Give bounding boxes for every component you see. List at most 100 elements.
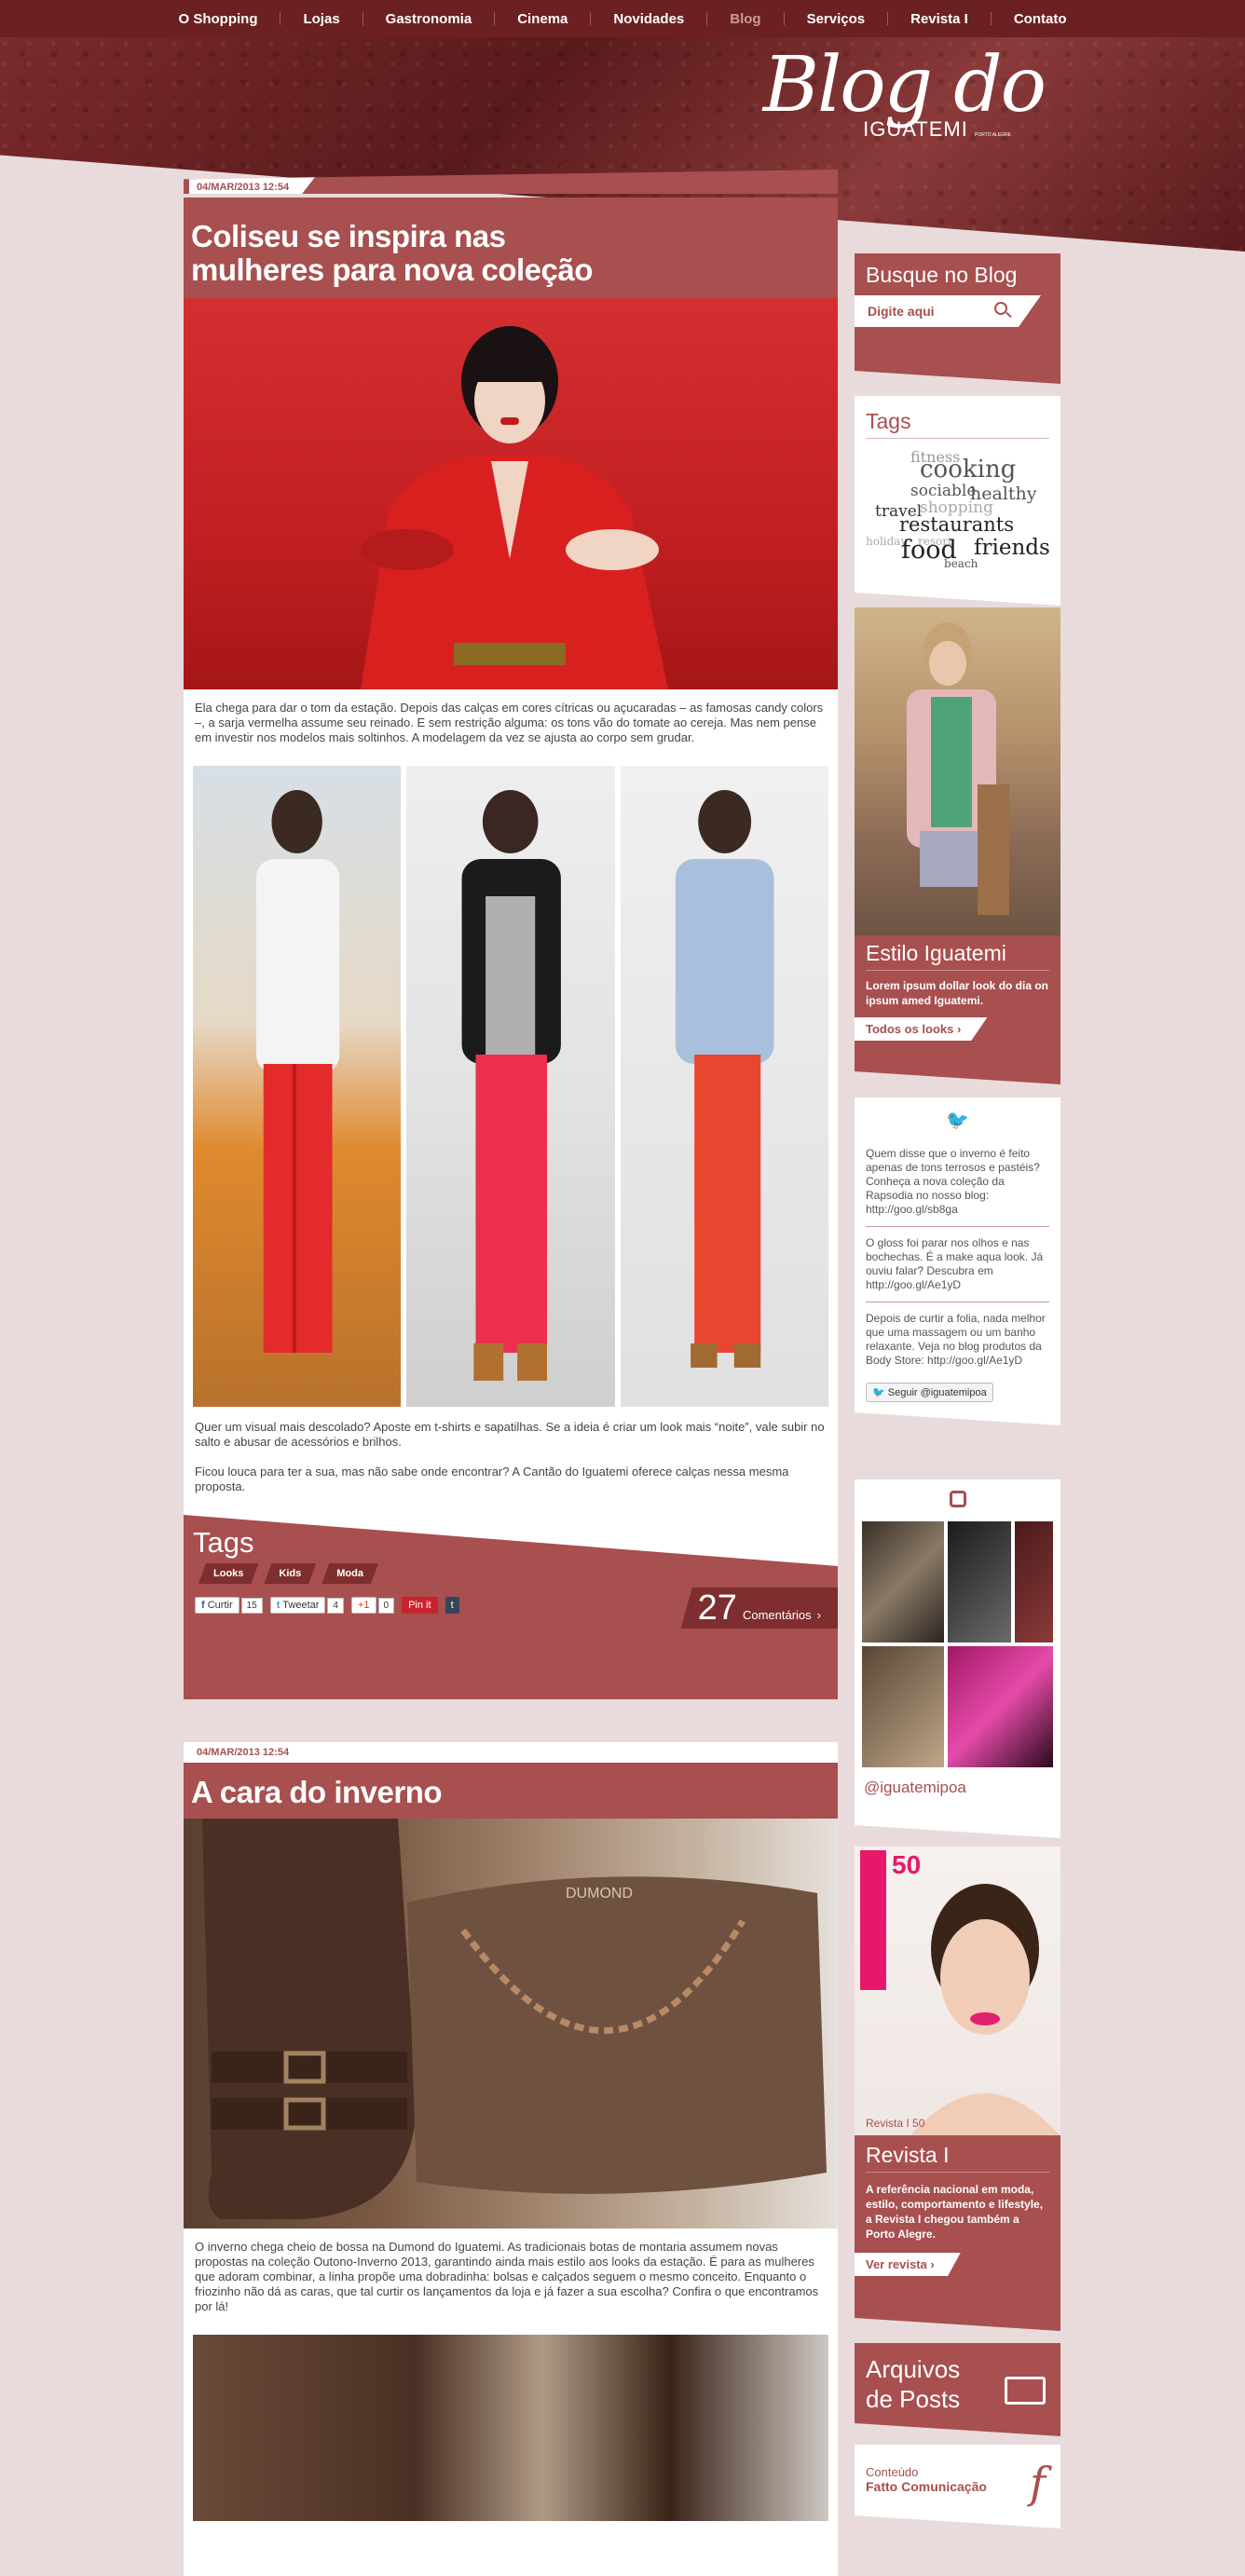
instagram-widget: @iguatemipoa	[855, 1479, 1060, 1838]
tag-moda[interactable]: Moda	[322, 1563, 378, 1584]
tag-looks[interactable]: Looks	[198, 1563, 258, 1584]
blog-logo[interactable]: Blog do IGUATEMI PORTO ALEGRE	[762, 41, 1047, 142]
logo-script: Blog do	[762, 41, 1047, 129]
collage-photo-2	[406, 766, 615, 1407]
twitter-widget: 🐦 Quem disse que o inverno é feito apena…	[855, 1097, 1060, 1425]
revista-title: Revista I	[866, 2135, 1049, 2173]
revista-widget: 50 Revista I 50 Revista I A referência n…	[855, 1847, 1060, 2331]
arquivos-widget[interactable]: Arquivos de Posts	[855, 2343, 1060, 2436]
estilo-title: Estilo Iguatemi	[866, 935, 1049, 971]
post-footer: Tags Looks Kids Moda f Curtir 15 t Tweet…	[184, 1515, 838, 1699]
instagram-photo[interactable]	[862, 1521, 944, 1642]
tag-cloud-item[interactable]: sociable	[910, 484, 976, 499]
ver-revista-label: Ver revista	[866, 2257, 927, 2271]
tags-widget: Tags fitness cooking sociable healthy tr…	[855, 396, 1060, 606]
tweet-item: O gloss foi parar nos olhos e nas bochec…	[866, 1227, 1049, 1302]
post-paragraph: Ela chega para dar o tom da estação. Dep…	[195, 701, 824, 744]
chevron-right-icon: ›	[816, 1608, 821, 1622]
share-bar: f Curtir 15 t Tweetar 4 +1 0 Pin it t	[195, 1597, 459, 1614]
post-tags-title: Tags	[193, 1526, 254, 1559]
instagram-photo[interactable]	[862, 1646, 944, 1767]
instagram-grid	[855, 1514, 1060, 1775]
tweet-label: Tweetar	[282, 1600, 320, 1611]
tweet-button[interactable]: t Tweetar	[269, 1597, 326, 1614]
nav-contato[interactable]: Contato	[992, 11, 1089, 27]
facebook-like-button[interactable]: f Curtir	[195, 1597, 239, 1614]
post-tag-list: Looks Kids Moda	[198, 1563, 378, 1584]
estilo-widget: Estilo Iguatemi Lorem ipsum dollar look …	[855, 607, 1060, 1084]
instagram-photo[interactable]	[948, 1521, 1011, 1642]
fatto-logo-icon: f	[1029, 2458, 1046, 2508]
tag-cloud: fitness cooking sociable healthy travel …	[855, 439, 1060, 569]
tag-kids[interactable]: Kids	[264, 1563, 316, 1584]
woman-red-coat-illustration	[361, 326, 668, 689]
collage-photo-3	[620, 766, 828, 1407]
tumblr-button[interactable]: t	[445, 1597, 459, 1614]
search-icon[interactable]	[994, 302, 1007, 315]
post-paragraph: O inverno chega cheio de bossa na Dumond…	[195, 2240, 819, 2313]
search-input[interactable]: Digite aqui	[855, 295, 1041, 327]
post-hero-image: DUMOND	[184, 1819, 838, 2228]
search-title: Busque no Blog	[866, 263, 1018, 287]
credit-label: Conteúdo	[866, 2465, 919, 2479]
tag-cloud-item[interactable]: beach	[944, 558, 978, 569]
tag-cloud-item[interactable]: friends	[974, 538, 1050, 559]
post-body-2: Quer um visual mais descolado? Aposte em…	[184, 1407, 838, 1515]
nav-gastronomia[interactable]: Gastronomia	[363, 11, 495, 27]
comments-link[interactable]: 27 Comentários ›	[680, 1588, 838, 1629]
search-placeholder: Digite aqui	[868, 304, 935, 319]
tweet-item: Quem disse que o inverno é feito apenas …	[866, 1138, 1049, 1227]
nav-novidades[interactable]: Novidades	[591, 11, 706, 27]
facebook-like-count: 15	[240, 1597, 263, 1614]
post-2: 04/MAR/2013 12:54 A cara do inverno DUMO…	[184, 1742, 838, 2576]
comments-label: Comentários	[742, 1608, 812, 1622]
tag-cloud-item[interactable]: cooking	[920, 457, 1016, 482]
twitter-follow-button[interactable]: 🐦 Seguir @iguatemipoa	[866, 1383, 993, 1402]
dumond-label: DUMOND	[566, 1886, 633, 1901]
instagram-photo[interactable]	[1015, 1521, 1053, 1642]
post-1: 04/MAR/2013 12:54 Coliseu se inspira nas…	[184, 170, 838, 1699]
search-widget: Busque no Blog Digite aqui	[855, 253, 1060, 384]
post-image-2	[193, 2335, 828, 2521]
comments-count: 27	[697, 1588, 737, 1628]
nav-cinema[interactable]: Cinema	[495, 11, 590, 27]
tags-title: Tags	[866, 396, 1049, 439]
post-body: O inverno chega cheio de bossa na Dumond…	[184, 2228, 838, 2335]
top-navigation: O Shopping Lojas Gastronomia Cinema Novi…	[0, 0, 1245, 37]
todos-looks-button[interactable]: Todos os looks ›	[855, 1017, 987, 1041]
credit-widget: Conteúdo Fatto Comunicação f	[855, 2445, 1060, 2528]
nav-servicos[interactable]: Serviços	[785, 11, 888, 27]
instagram-handle[interactable]: @iguatemipoa	[855, 1775, 1060, 1808]
nav-revista-i[interactable]: Revista I	[888, 11, 991, 27]
logo-brand-small: PORTO ALEGRE	[975, 132, 1011, 138]
twitter-icon: 🐦	[872, 1387, 885, 1398]
pinterest-button[interactable]: Pin it	[402, 1597, 438, 1614]
nav-lojas[interactable]: Lojas	[280, 11, 362, 27]
todos-looks-label: Todos os looks	[866, 1022, 954, 1036]
post-date: 04/MAR/2013 12:54	[189, 177, 316, 194]
nav-blog[interactable]: Blog	[707, 11, 783, 27]
chevron-right-icon: ›	[930, 2257, 935, 2271]
post-paragraph: Ficou louca para ter a sua, mas não sabe…	[195, 1465, 789, 1493]
tweet-item: Depois de curtir a folia, nada melhor qu…	[866, 1312, 1046, 1367]
instagram-photo[interactable]	[948, 1646, 1053, 1767]
post-date: 04/MAR/2013 12:54	[189, 1742, 316, 1762]
estilo-photo	[855, 607, 1060, 935]
post-image-collage	[184, 766, 838, 1407]
gplus-count: 0	[377, 1597, 395, 1614]
estilo-text: Lorem ipsum dollar look do dia on ipsum …	[866, 979, 1049, 1007]
archive-box-icon	[1005, 2377, 1046, 2405]
post-body: Ela chega para dar o tom da estação. Dep…	[184, 689, 838, 766]
twitter-follow-label: Seguir @iguatemipoa	[887, 1387, 987, 1398]
revista-cover[interactable]: 50 Revista I 50	[855, 1847, 1060, 2135]
tag-cloud-item[interactable]: restaurants	[899, 515, 1014, 535]
ver-revista-button[interactable]: Ver revista ›	[855, 2253, 961, 2276]
collage-photo-1	[193, 766, 402, 1407]
credit-company[interactable]: Fatto Comunicação	[866, 2479, 1049, 2494]
revista-text: A referência nacional em moda, estilo, c…	[866, 2183, 1044, 2241]
gplus-button[interactable]: +1	[350, 1597, 376, 1614]
chevron-right-icon: ›	[957, 1022, 962, 1036]
post-hero-image	[184, 298, 838, 689]
twitter-bird-icon: 🐦	[946, 1111, 969, 1131]
nav-o-shopping[interactable]: O Shopping	[157, 11, 280, 27]
